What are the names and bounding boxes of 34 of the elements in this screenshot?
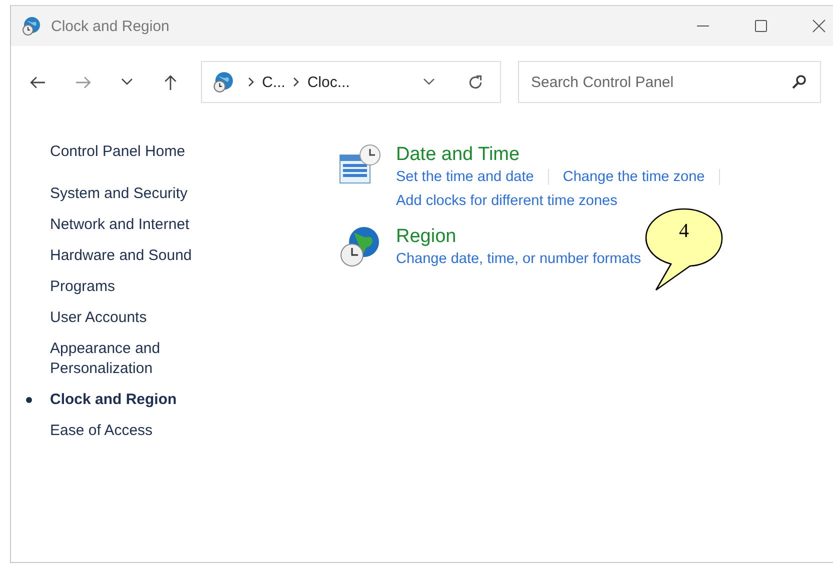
sidebar-item[interactable]: Appearance and Personalization — [50, 339, 210, 379]
globe-clock-icon — [338, 225, 382, 269]
task-link[interactable]: Set the time and date — [396, 167, 534, 187]
category-title-link[interactable]: Region — [396, 225, 456, 249]
globe-clock-icon — [21, 16, 41, 36]
sidebar-item[interactable]: Hardware and Sound — [50, 246, 210, 266]
search-icon[interactable] — [791, 74, 807, 90]
chevron-down-icon[interactable] — [121, 78, 133, 86]
sidebar-link[interactable]: Control Panel Home — [50, 143, 300, 160]
callout-number: 4 — [679, 220, 689, 243]
refresh-icon[interactable] — [467, 74, 484, 90]
bullet-icon — [26, 397, 32, 403]
chevron-right-icon — [293, 77, 300, 87]
task-link[interactable]: Change date, time, or number formats — [396, 249, 642, 269]
sidebar-item[interactable]: Network and Internet — [50, 215, 210, 235]
close-icon[interactable] — [812, 19, 826, 33]
category-title-link[interactable]: Date and Time — [396, 143, 520, 167]
up-arrow-icon[interactable] — [162, 74, 179, 90]
maximize-icon[interactable] — [754, 19, 768, 33]
search-field[interactable]: Search Control Panel — [518, 61, 821, 103]
address-bar[interactable]: C... Cloc... — [201, 61, 501, 103]
task-link[interactable]: Add clocks for different time zones — [396, 191, 618, 211]
sidebar-item[interactable]: Clock and Region — [50, 390, 210, 410]
window-title: Clock and Region — [51, 18, 170, 34]
breadcrumb-item[interactable]: Cloc... — [307, 74, 350, 90]
sidebar-item[interactable]: Programs — [50, 277, 210, 297]
globe-clock-icon — [212, 71, 234, 93]
task-link[interactable]: Change the time zone — [562, 167, 705, 187]
chevron-right-icon — [248, 77, 254, 87]
sidebar-item[interactable]: User Accounts — [50, 308, 210, 328]
chevron-down-icon[interactable] — [423, 78, 435, 86]
breadcrumb-item[interactable]: C... — [262, 74, 286, 90]
sidebar-item[interactable]: Ease of Access — [50, 421, 210, 441]
sidebar-item[interactable]: System and Security — [50, 184, 210, 204]
